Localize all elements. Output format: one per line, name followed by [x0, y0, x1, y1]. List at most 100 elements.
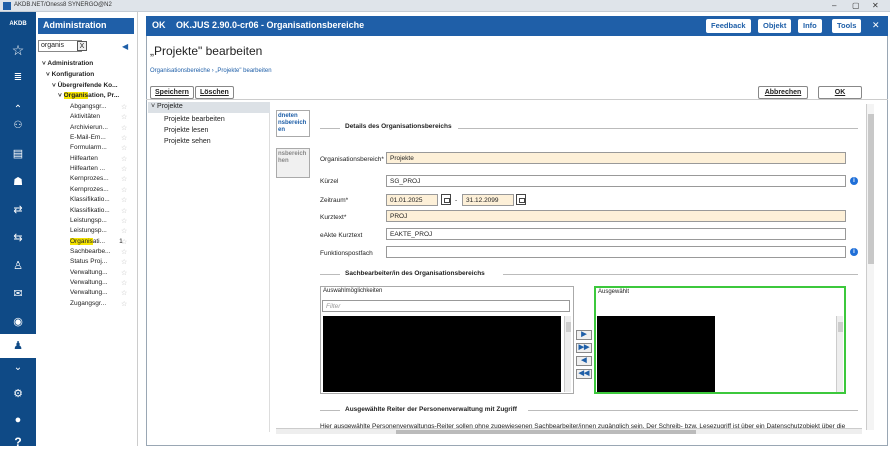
favorite-star-icon[interactable]: ☆	[121, 103, 127, 111]
vertical-scrollbar[interactable]	[866, 104, 874, 430]
org-input[interactable]: Projekte	[386, 152, 846, 164]
objekt-button[interactable]: Objekt	[758, 19, 792, 33]
close-window-button[interactable]: ✕	[872, 1, 879, 10]
collapse-nav-icon[interactable]: ◀	[122, 42, 128, 51]
document-icon[interactable]: ▤	[0, 142, 36, 166]
save-button[interactable]: Speichern	[150, 86, 194, 99]
favorite-star-icon[interactable]: ☆	[121, 175, 127, 183]
favorite-star-icon[interactable]: ☆	[121, 258, 127, 266]
tree-node-uebergreifende[interactable]: ˅ Übergreifende Ko...	[52, 82, 118, 89]
nav-item[interactable]: Kernprozes...	[70, 186, 109, 193]
admin-user-icon[interactable]: ♟	[0, 334, 36, 358]
star-icon[interactable]: ☆	[0, 38, 36, 62]
favorite-star-icon[interactable]: ☆	[121, 124, 127, 132]
nav-item[interactable]: Klassifikatio...	[70, 196, 110, 203]
people-icon[interactable]: ⚇	[0, 114, 36, 138]
favorite-star-icon[interactable]: ☆	[121, 269, 127, 277]
favorite-star-icon[interactable]: ☆	[121, 217, 127, 225]
nav-item[interactable]: Kernprozes...	[70, 175, 109, 182]
info-icon[interactable]: i	[850, 177, 858, 185]
favorite-star-icon[interactable]: ☆	[121, 113, 127, 121]
add-button[interactable]: ▶	[576, 330, 592, 340]
add-all-button[interactable]: ▶▶	[576, 343, 592, 353]
clear-search-button[interactable]: X	[77, 41, 87, 51]
cancel-button[interactable]: Abbrechen	[758, 86, 808, 99]
favorite-star-icon[interactable]: ☆	[121, 227, 127, 235]
favorite-star-icon[interactable]: ☆	[121, 289, 127, 297]
tools-button[interactable]: Tools	[832, 19, 862, 33]
nav-item[interactable]: Verwaltung...	[70, 289, 108, 296]
minimize-button[interactable]: –	[832, 1, 836, 10]
family-icon[interactable]: ♙	[0, 254, 36, 278]
tree-item-lesen[interactable]: Projekte lesen	[164, 127, 208, 134]
tree-node-konfiguration[interactable]: ˅ Konfiguration	[46, 71, 94, 78]
filter-input[interactable]: Filter	[322, 300, 570, 312]
favorite-star-icon[interactable]: ☆	[121, 134, 127, 142]
tree-item-bearbeiten[interactable]: Projekte bearbeiten	[164, 116, 225, 123]
delete-button[interactable]: Löschen	[195, 86, 234, 99]
favorite-star-icon[interactable]: ☆	[121, 186, 127, 194]
kurztext-input[interactable]: PROJ	[386, 210, 846, 222]
nav-item[interactable]: Abgangsgr...	[70, 103, 107, 110]
kuerzel-input[interactable]: SG_PROJ	[386, 175, 846, 187]
feedback-button[interactable]: Feedback	[706, 19, 751, 33]
favorite-star-icon[interactable]: ☆	[121, 165, 127, 173]
tree-node-organisation[interactable]: ˅ Organisation, Pr...	[58, 92, 119, 99]
nav-item[interactable]: Organisati... 1	[70, 237, 123, 245]
date-to-input[interactable]: 31.12.2099	[462, 194, 514, 206]
remove-all-button[interactable]: ◀◀	[576, 369, 592, 379]
calendar-icon[interactable]	[516, 194, 526, 205]
eakte-input[interactable]: EAKTE_PROJ	[386, 228, 846, 240]
favorite-star-icon[interactable]: ☆	[121, 300, 127, 308]
nav-item[interactable]: Status Proj...	[70, 258, 107, 265]
down-chevron-icon[interactable]: ⌄	[0, 356, 36, 380]
favorite-star-icon[interactable]: ☆	[121, 238, 127, 246]
favorite-star-icon[interactable]: ☆	[121, 248, 127, 256]
tab-zugeordnete[interactable]: dneten nsbereich en	[276, 110, 310, 137]
nav-search-input[interactable]: organis	[38, 40, 82, 52]
settings-icon[interactable]: ⚙	[0, 382, 36, 406]
selected-scrollbar[interactable]	[836, 316, 843, 392]
nav-item[interactable]: Leistungsp...	[70, 227, 107, 234]
mail-icon[interactable]: ✉	[0, 282, 36, 306]
tree-root-projekte[interactable]: ˅ Projekte	[148, 102, 270, 113]
nav-item[interactable]: Klassifikatio...	[70, 207, 110, 214]
horizontal-scrollbar[interactable]	[276, 428, 862, 434]
list-icon[interactable]: ≣	[0, 66, 36, 90]
tab-organisationsbereich[interactable]: nsbereich hen	[276, 148, 310, 178]
remove-button[interactable]: ◀	[576, 356, 592, 366]
tree-node-administration[interactable]: ˅ Administration	[42, 60, 93, 67]
nav-item[interactable]: Hilfearten	[70, 155, 98, 162]
nav-item[interactable]: E-Mail-Em...	[70, 134, 106, 141]
available-scrollbar[interactable]	[564, 316, 571, 392]
info-button[interactable]: Info	[798, 19, 822, 33]
tree-item-sehen[interactable]: Projekte sehen	[164, 138, 211, 145]
user-group-icon[interactable]: ☗	[0, 170, 36, 194]
ok-button[interactable]: OK	[818, 86, 862, 99]
funktion-input[interactable]	[386, 246, 846, 258]
breadcrumb[interactable]: Organisationsbereiche › „Projekte" bearb…	[150, 68, 272, 74]
info-icon[interactable]: i	[850, 248, 858, 256]
close-icon[interactable]: ✕	[872, 20, 880, 31]
favorite-star-icon[interactable]: ☆	[121, 207, 127, 215]
favorite-star-icon[interactable]: ☆	[121, 196, 127, 204]
nav-item[interactable]: Verwaltung...	[70, 279, 108, 286]
nav-item[interactable]: Archivierun...	[70, 124, 108, 131]
selected-list-content[interactable]	[597, 316, 715, 392]
available-list-content[interactable]	[323, 316, 561, 392]
date-from-input[interactable]: 01.01.2025	[386, 194, 438, 206]
handshake-icon[interactable]: ⇄	[0, 198, 36, 222]
favorite-star-icon[interactable]: ☆	[121, 144, 127, 152]
transfer-icon[interactable]: ⇆	[0, 226, 36, 250]
nav-item[interactable]: Leistungsp...	[70, 217, 107, 224]
nav-item[interactable]: Verwaltung...	[70, 269, 108, 276]
nav-item[interactable]: Formularm...	[70, 144, 107, 151]
help-icon[interactable]: ?	[0, 430, 36, 454]
nav-item[interactable]: Zugangsgr...	[70, 300, 106, 307]
restore-button[interactable]: ▢	[852, 1, 860, 10]
nav-item[interactable]: Hilfearten ...	[70, 165, 105, 172]
nav-item[interactable]: Sachbearbe...	[70, 248, 110, 255]
favorite-star-icon[interactable]: ☆	[121, 279, 127, 287]
user-icon[interactable]: ●	[0, 408, 36, 432]
calendar-icon[interactable]	[441, 194, 451, 205]
